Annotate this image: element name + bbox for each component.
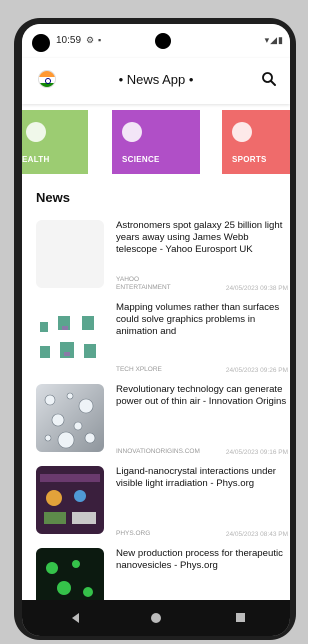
news-date: 24/05/2023 09:38 PM [225,285,288,292]
news-source: TECH XPLORE [116,366,162,373]
category-sports[interactable]: SPORTS [222,110,290,174]
news-date: 24/05/2023 08:43 PM [225,531,288,538]
category-health[interactable]: EALTH [22,110,88,174]
news-headline: Astronomers spot galaxy 25 billion light… [116,220,283,255]
recents-icon[interactable] [236,613,245,622]
camera-indicator-icon [32,34,50,52]
news-headline: Mapping volumes rather than surfaces cou… [116,302,280,337]
status-time: 10:59 [56,35,82,46]
category-label: SCIENCE [122,155,160,164]
back-icon[interactable] [72,613,79,623]
news-thumbnail [36,466,104,534]
notification-icon: ▪ [98,35,102,45]
news-thumbnail [36,384,104,452]
news-heading: News [36,190,70,205]
system-nav-bar [22,600,290,636]
home-icon[interactable] [151,613,161,623]
status-bar: 10:59 ⚙ ▪ ▾◢▮ [22,24,290,58]
news-headline: New production process for therapeutic n… [116,548,283,571]
front-camera-icon [155,33,171,49]
news-source: YAHOO ENTERTAINMENT [116,276,171,291]
category-strip[interactable]: EALTH SCIENCE SPORTS [22,110,290,174]
news-date: 24/05/2023 09:26 PM [225,367,288,374]
signal-battery-icons: ▾◢▮ [264,35,284,45]
settings-icon: ⚙ [86,35,95,45]
news-item[interactable]: Ligand-nanocrystal interactions under vi… [22,462,290,542]
category-science[interactable]: SCIENCE [112,110,200,174]
sports-icon [232,122,252,142]
phone-screen: 10:59 ⚙ ▪ ▾◢▮ • News App • EALTH SCIENCE… [22,24,290,636]
news-thumbnail [36,220,104,288]
category-label: SPORTS [232,155,267,164]
app-bar: • News App • [22,58,290,104]
search-icon[interactable] [260,70,278,88]
news-item[interactable]: Mapping volumes rather than surfaces cou… [22,298,290,378]
health-icon [26,122,46,142]
app-title: • News App • [118,72,194,87]
category-label: EALTH [22,155,50,164]
news-headline: Ligand-nanocrystal interactions under vi… [116,466,276,489]
news-headline: Revolutionary technology can generate po… [116,384,287,407]
news-item[interactable]: Astronomers spot galaxy 25 billion light… [22,216,290,296]
news-source: PHYS.ORG [116,530,151,537]
device-background: 10:59 ⚙ ▪ ▾◢▮ • News App • EALTH SCIENCE… [0,0,308,644]
news-date: 24/05/2023 09:16 PM [225,449,288,456]
news-source: INNOVATIONORIGINS.COM [116,448,200,455]
news-item[interactable]: Revolutionary technology can generate po… [22,380,290,460]
news-thumbnail [36,302,104,370]
science-icon [122,122,142,142]
